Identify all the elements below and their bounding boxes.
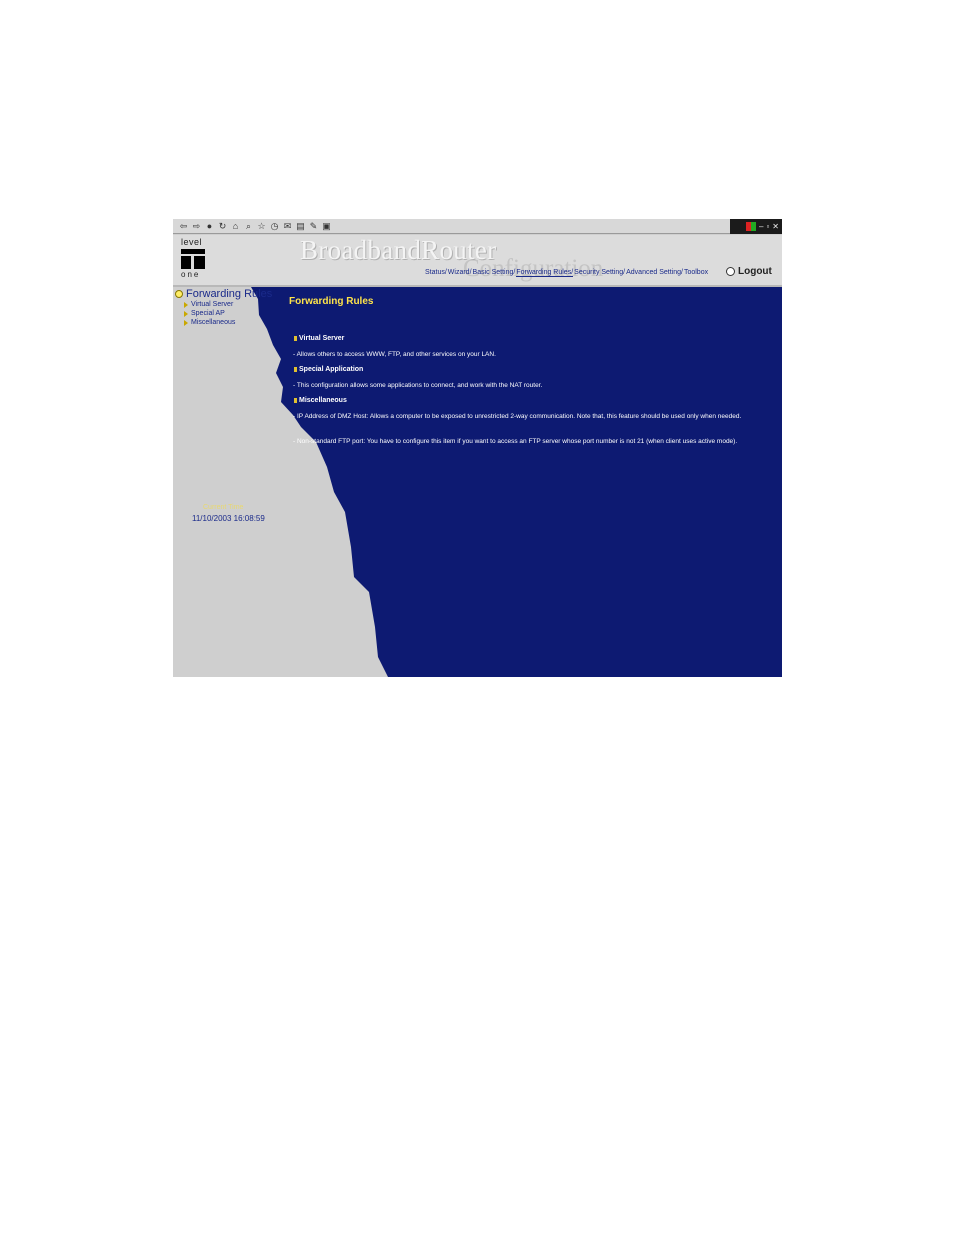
nav-toolbox[interactable]: Toolbox (684, 269, 708, 277)
windows-flag-icon (746, 222, 756, 231)
bullet-icon (294, 367, 297, 372)
dmz-host-description: - IP Address of DMZ Host: Allows a compu… (293, 413, 742, 420)
discuss-icon[interactable]: ▣ (322, 220, 331, 233)
page-title: Forwarding Rules (289, 296, 374, 307)
current-time-label: Current Time (203, 504, 244, 511)
back-icon[interactable]: ⇦ (179, 220, 188, 233)
section-title-miscellaneous[interactable]: Miscellaneous (294, 397, 347, 404)
window-controls: – ▫ ✕ (730, 219, 782, 234)
stop-icon[interactable]: ● (205, 220, 214, 233)
top-navigation: Status/ Wizard/ Basic Setting/ Forwardin… (425, 269, 709, 277)
logout-radio-icon (726, 267, 735, 276)
special-application-description: - This configuration allows some applica… (293, 382, 543, 389)
print-icon[interactable]: ▤ (296, 220, 305, 233)
home-icon[interactable]: ⌂ (231, 220, 240, 233)
triangle-right-icon (184, 301, 188, 308)
sidebar-item-special-ap[interactable]: Special AP (184, 310, 225, 317)
bullet-icon (294, 336, 297, 341)
browser-screenshot: ⇦ ⇨ ● ↻ ⌂ ⌕ ☆ ◷ ✉ ▤ ✎ ▣ – ▫ ✕ level one … (173, 219, 782, 677)
brand-title: BroadbandRouter (300, 235, 497, 265)
nav-forwarding-rules[interactable]: Forwarding Rules/ (516, 269, 574, 277)
logo-bottom-text: one (181, 270, 201, 279)
nav-advanced-setting[interactable]: Advanced Setting/ (626, 269, 683, 277)
section-title-virtual-server[interactable]: Virtual Server (294, 335, 344, 342)
sidebar-item-miscellaneous[interactable]: Miscellaneous (184, 319, 235, 326)
forward-icon[interactable]: ⇨ (192, 220, 201, 233)
minimize-icon[interactable]: – (759, 222, 763, 232)
logout-button[interactable]: Logout (726, 266, 772, 277)
menu-radio-icon (175, 290, 183, 298)
nav-security-setting[interactable]: Security Setting/ (574, 269, 625, 277)
nav-basic-setting[interactable]: Basic Setting/ (473, 269, 516, 277)
search-icon[interactable]: ⌕ (244, 220, 253, 233)
history-icon[interactable]: ◷ (270, 220, 279, 233)
logo-mark-icon (181, 249, 205, 269)
favorites-icon[interactable]: ☆ (257, 220, 266, 233)
virtual-server-description: - Allows others to access WWW, FTP, and … (293, 351, 496, 358)
sidebar-title[interactable]: Forwarding Rules (175, 288, 272, 300)
sidebar-item-virtual-server[interactable]: Virtual Server (184, 301, 233, 308)
triangle-right-icon (184, 319, 188, 326)
logo-top-text: level (181, 237, 203, 247)
bullet-icon (294, 398, 297, 403)
close-icon[interactable]: ✕ (772, 222, 779, 232)
edit-icon[interactable]: ✎ (309, 220, 318, 233)
content-area: Forwarding Rules Virtual Server Special … (173, 287, 782, 677)
current-time-value: 11/10/2003 16:08:59 (192, 514, 265, 523)
nav-wizard[interactable]: Wizard/ (448, 269, 472, 277)
refresh-icon[interactable]: ↻ (218, 220, 227, 233)
maximize-icon[interactable]: ▫ (766, 222, 769, 232)
router-header: level one Configuration BroadbandRouter … (173, 235, 782, 285)
ftp-port-description: - Non-standard FTP port: You have to con… (293, 438, 738, 445)
blue-panel-shape (251, 287, 782, 677)
triangle-right-icon (184, 310, 188, 317)
mail-icon[interactable]: ✉ (283, 220, 292, 233)
levelone-logo: level one (181, 238, 211, 280)
logout-label: Logout (738, 266, 772, 277)
browser-toolbar: ⇦ ⇨ ● ↻ ⌂ ⌕ ☆ ◷ ✉ ▤ ✎ ▣ – ▫ ✕ (173, 219, 782, 234)
section-title-special-application[interactable]: Special Application (294, 366, 363, 373)
nav-status[interactable]: Status/ (425, 269, 447, 277)
content-background (251, 287, 782, 677)
